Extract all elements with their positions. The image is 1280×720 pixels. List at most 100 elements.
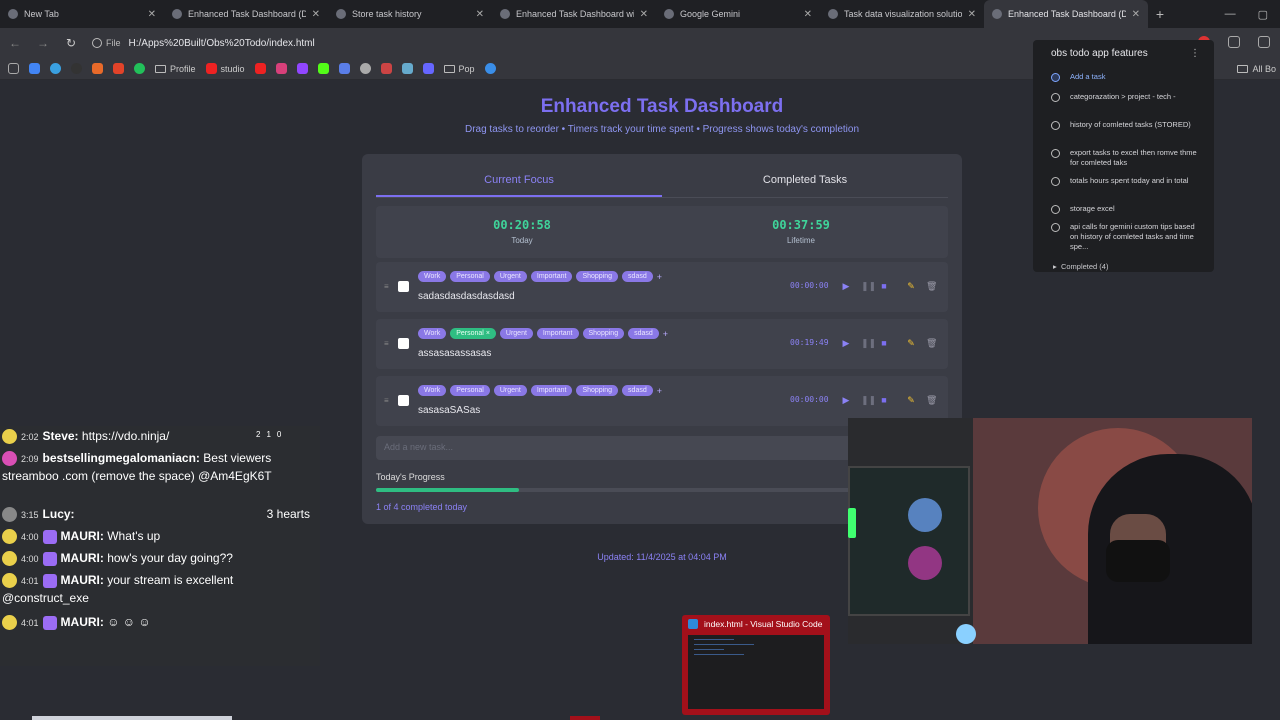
browser-tab-active[interactable]: Enhanced Task Dashboard (Da ✕ [984,0,1148,28]
circle-icon[interactable] [1051,223,1060,232]
add-tag-button[interactable]: + [663,329,668,339]
drag-handle-icon[interactable]: ≡ [384,339,389,348]
tag-shopping[interactable]: Shopping [576,271,619,282]
checklist-item[interactable]: totals hours spent today and in total [1051,176,1203,186]
check-circle-icon[interactable] [1051,73,1060,82]
bookmark-icon[interactable] [338,63,350,74]
tag-urgent[interactable]: Urgent [493,271,527,282]
trash-icon[interactable]: 🗑 [926,394,937,406]
task-checkbox[interactable] [398,395,409,406]
bookmark-icon[interactable] [422,63,434,74]
bookmark-icon[interactable] [296,63,308,74]
stop-icon[interactable]: ■ [880,394,888,406]
bookmark-icon[interactable] [317,63,329,74]
tag-work[interactable]: Work [418,385,447,396]
checklist-item[interactable]: api calls for gemini custom tips based o… [1051,222,1203,252]
circle-icon[interactable] [1051,177,1060,186]
bookmark-studio[interactable]: studio [205,63,245,74]
add-tag-button[interactable]: + [657,386,662,396]
forward-icon[interactable]: → [36,36,50,50]
bookmark-icon[interactable] [134,63,145,74]
browser-tab[interactable]: Enhanced Task Dashboard with ✕ [492,0,656,28]
pause-icon[interactable]: ❚❚ [861,280,876,292]
maximize-icon[interactable]: ▢ [1258,8,1268,21]
tag-important[interactable]: Important [530,271,573,282]
tag-shopping[interactable]: Shopping [576,385,619,396]
profile-icon[interactable] [1258,36,1270,48]
circle-icon[interactable] [1051,205,1060,214]
tag-custom[interactable]: sdasd [622,385,653,396]
play-icon[interactable]: ▶ [842,337,850,349]
tab-completed-tasks[interactable]: Completed Tasks [662,168,948,197]
bookmark-profile[interactable]: Profile [155,64,196,74]
bookmark-icon[interactable] [113,63,124,74]
bookmark-icon[interactable] [71,63,82,74]
task-name[interactable]: sadasdasdasdasdasd [418,291,515,302]
circle-icon[interactable] [1051,121,1060,130]
task-item[interactable]: ≡ Work Personal × Urgent Important Shopp… [376,319,948,369]
trash-icon[interactable]: 🗑 [926,337,937,349]
drag-handle-icon[interactable]: ≡ [384,396,389,405]
new-tab-button[interactable]: + [1148,0,1172,28]
tag-custom[interactable]: sdasd [622,271,653,282]
pause-icon[interactable]: ❚❚ [861,337,876,349]
tag-important[interactable]: Important [530,385,573,396]
tag-personal[interactable]: Personal [450,271,490,282]
tag-work[interactable]: Work [418,328,447,339]
checklist-item[interactable]: history of comleted tasks (STORED) [1051,120,1203,130]
url-field[interactable]: File H:/Apps%20Built/Obs%20Todo/index.ht… [92,38,315,49]
task-checkbox[interactable] [398,281,409,292]
close-icon[interactable]: ✕ [476,9,484,20]
trash-icon[interactable]: 🗑 [926,280,937,292]
vscode-thumbnail[interactable]: index.html - Visual Studio Code [682,615,830,715]
task-checkbox[interactable] [398,338,409,349]
tag-urgent[interactable]: Urgent [499,328,533,339]
edit-icon[interactable]: ✎ [907,394,915,406]
play-icon[interactable]: ▶ [842,280,850,292]
completed-section-toggle[interactable]: ▸ Completed (4) [1053,262,1108,271]
close-icon[interactable]: ✕ [640,9,648,20]
edit-icon[interactable]: ✎ [907,337,915,349]
browser-tab[interactable]: Task data visualization solution ✕ [820,0,984,28]
bookmark-pop[interactable]: Pop [443,64,475,74]
back-icon[interactable]: ← [8,36,22,50]
bookmark-icon[interactable] [50,63,61,74]
tag-urgent[interactable]: Urgent [493,385,527,396]
stop-icon[interactable]: ■ [880,337,888,349]
close-icon[interactable]: ✕ [968,9,976,20]
browser-tab[interactable]: Google Gemini ✕ [656,0,820,28]
pause-icon[interactable]: ❚❚ [861,394,876,406]
tag-personal-selected[interactable]: Personal × [450,328,496,339]
browser-tab[interactable]: New Tab ✕ [0,0,164,28]
remove-tag-icon[interactable]: × [486,330,490,337]
checklist-item[interactable]: categorazation > project - tech - [1051,92,1203,102]
checklist-item[interactable]: storage excel [1051,204,1203,214]
tag-work[interactable]: Work [418,271,447,282]
tag-shopping[interactable]: Shopping [582,328,625,339]
browser-tab[interactable]: Store task history ✕ [328,0,492,28]
tag-custom[interactable]: sdasd [628,328,659,339]
bookmark-icon[interactable] [92,63,103,74]
bookmark-icon[interactable] [380,63,392,74]
circle-icon[interactable] [1051,93,1060,102]
close-icon[interactable]: ✕ [312,9,320,20]
checklist-item[interactable]: export tasks to excel then romve thme fo… [1051,148,1203,168]
circle-icon[interactable] [1051,149,1060,158]
tag-personal[interactable]: Personal [450,385,490,396]
extensions-icon[interactable] [1228,36,1240,48]
bookmark-icon[interactable] [29,63,40,74]
minimize-icon[interactable]: — [1225,8,1236,20]
tag-important[interactable]: Important [536,328,579,339]
bookmark-icon[interactable] [254,63,266,74]
task-name[interactable]: assasasassasas [418,348,491,359]
reload-icon[interactable]: ↻ [64,36,78,50]
edit-icon[interactable]: ✎ [907,280,915,292]
checklist-item[interactable]: Add a task [1051,72,1203,82]
apps-grid-icon[interactable] [8,63,19,74]
bookmark-icon[interactable] [275,63,287,74]
all-bookmarks[interactable]: All Bo [1237,64,1276,74]
play-icon[interactable]: ▶ [842,394,850,406]
task-name[interactable]: sasasaSASas [418,405,480,416]
drag-handle-icon[interactable]: ≡ [384,282,389,291]
site-info-chip[interactable]: File [92,38,121,48]
